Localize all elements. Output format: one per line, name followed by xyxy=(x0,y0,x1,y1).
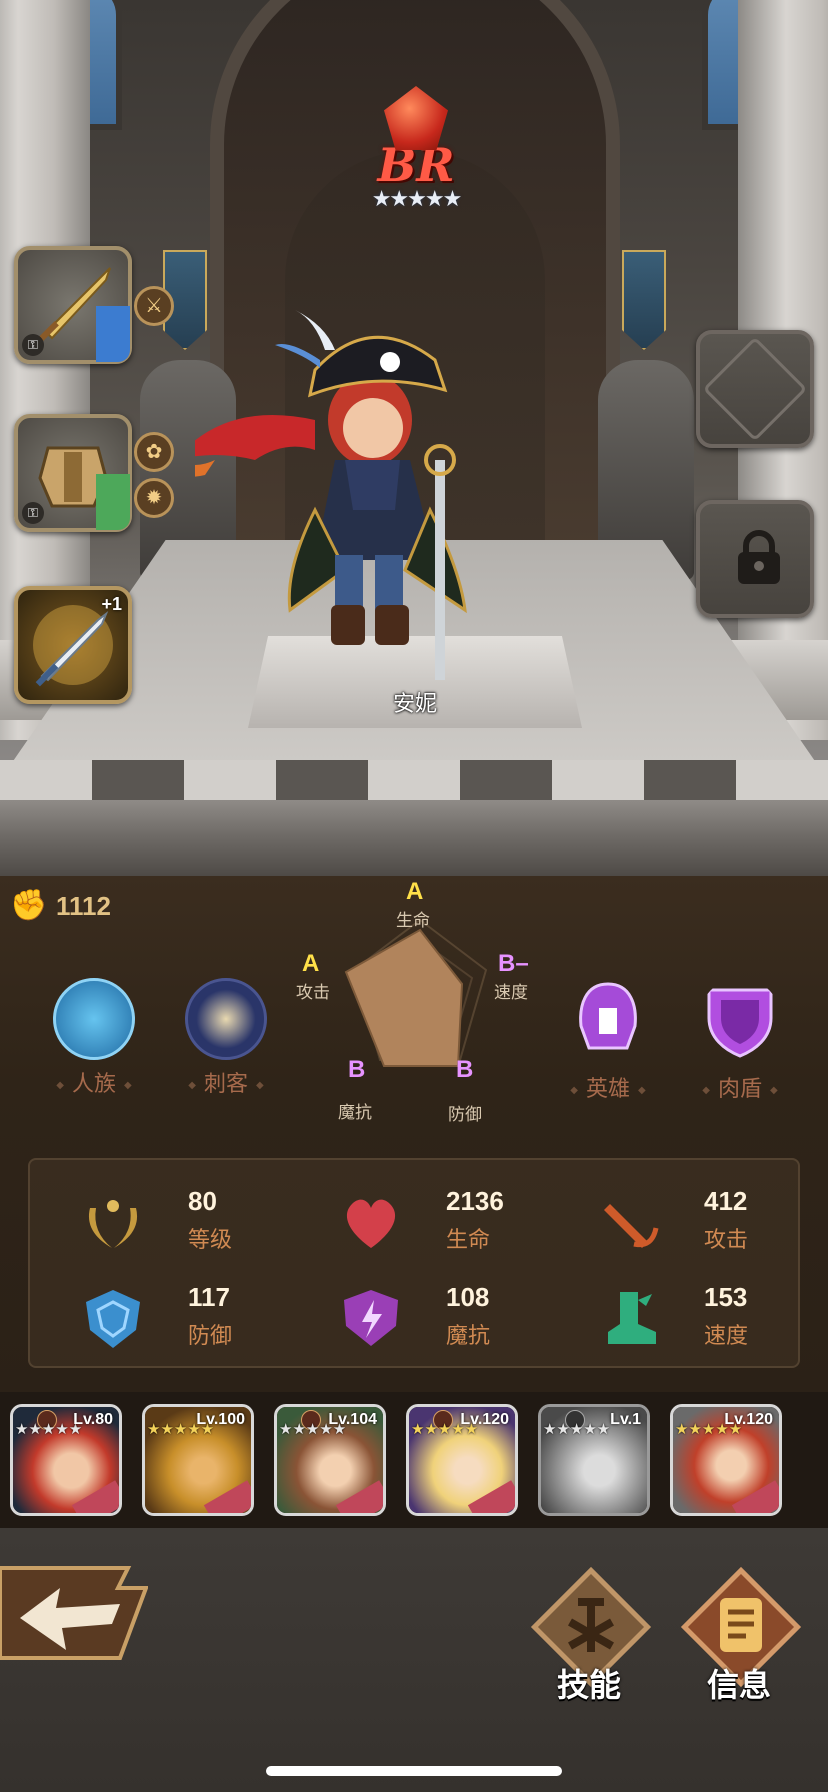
stat-speed-value: 153 xyxy=(704,1282,748,1312)
combat-power-value: 1112 xyxy=(56,890,111,921)
stat-level-label: 等级 xyxy=(188,1227,233,1252)
rank-stars: ★★★★★ xyxy=(371,186,463,211)
grade-speed-label: 速度 xyxy=(494,983,528,1002)
card-level: Lv.1 xyxy=(610,1411,641,1428)
stat-hp-label: 生命 xyxy=(446,1227,491,1252)
rarity-corner xyxy=(96,306,130,362)
stat-magic-resist: 108 魔抗 xyxy=(306,1276,546,1366)
right-banner xyxy=(622,250,666,350)
lock-icon: ⚿ xyxy=(22,502,44,524)
weapon-rune-icon[interactable]: ⚔ xyxy=(134,286,174,326)
race-tag[interactable]: 人族 xyxy=(24,978,164,1098)
card-stars: ★★★★★ xyxy=(543,1421,610,1438)
stat-level-value: 80 xyxy=(188,1186,217,1216)
rarity-tag[interactable]: 英雄 xyxy=(538,978,678,1103)
heart-icon xyxy=(346,1199,396,1248)
card-level: Lv.120 xyxy=(724,1411,773,1428)
card-level: Lv.120 xyxy=(460,1411,509,1428)
armor-rune-icon-2[interactable]: ✹ xyxy=(134,478,174,518)
stat-magic-resist-value: 108 xyxy=(446,1282,490,1312)
sword-icon xyxy=(604,1204,659,1248)
stat-magic-resist-label: 魔抗 xyxy=(446,1323,491,1348)
padlock-icon xyxy=(738,530,780,584)
grade-defense-label: 防御 xyxy=(448,1105,482,1124)
rank-gem-icon xyxy=(384,86,448,150)
card-stars: ★★★★★ xyxy=(15,1421,82,1438)
stat-defense: 117 防御 xyxy=(48,1276,288,1366)
grade-magic-resist-label: 魔抗 xyxy=(338,1103,372,1122)
stat-hp-value: 2136 xyxy=(446,1186,504,1216)
grade-hp-label: 生命 xyxy=(396,911,430,930)
grade-attack: A xyxy=(302,950,320,977)
role-label: 肉盾 xyxy=(670,1071,810,1103)
card-level: Lv.104 xyxy=(328,1411,377,1428)
upgrade-level: +1 xyxy=(101,594,122,614)
card-stars: ★★★★★ xyxy=(411,1421,478,1438)
fist-icon: ✊ xyxy=(10,889,48,922)
roster-hero-card[interactable]: ★★★★★ Lv.80 xyxy=(10,1404,122,1516)
lock-icon: ⚿ xyxy=(22,334,44,356)
hero-roster: ★★★★★ Lv.80 ★★★★★ Lv.100 ★★★★★ Lv.104 ★★… xyxy=(0,1392,828,1528)
stat-hp: 2136 生命 xyxy=(306,1180,546,1270)
race-label: 人族 xyxy=(24,1066,164,1098)
lightning-shield-icon xyxy=(344,1290,398,1346)
artifact-slot[interactable] xyxy=(696,330,814,448)
hero-name: 安妮 xyxy=(392,691,437,716)
defense-shield-icon xyxy=(86,1290,140,1348)
hero-helmet-icon xyxy=(579,982,637,1050)
hero-character[interactable] xyxy=(195,310,535,690)
roster-hero-card[interactable]: ★★★★★ Lv.120 xyxy=(406,1404,518,1516)
assassin-class-icon xyxy=(185,978,267,1060)
stat-defense-label: 防御 xyxy=(188,1323,233,1348)
radar-shape xyxy=(344,928,464,1067)
laurel-icon xyxy=(88,1200,138,1248)
grade-defense: B xyxy=(456,1056,474,1083)
armor-slot[interactable]: ⚿ xyxy=(14,414,132,532)
locked-slot[interactable] xyxy=(696,500,814,618)
card-level: Lv.80 xyxy=(73,1411,113,1428)
class-tag[interactable]: 刺客 xyxy=(156,978,296,1098)
human-race-icon xyxy=(53,978,135,1060)
armor-rune-icon-1[interactable]: ✿ xyxy=(134,432,174,472)
tank-shield-icon xyxy=(707,988,773,1058)
grade-attack-label: 攻击 xyxy=(296,983,330,1002)
info-label: 信息 xyxy=(706,1667,771,1703)
card-level: Lv.100 xyxy=(196,1411,245,1428)
rarity-corner xyxy=(96,474,130,530)
rarity-label: 英雄 xyxy=(538,1071,678,1103)
card-stars: ★★★★★ xyxy=(279,1421,346,1438)
grade-hp: A xyxy=(406,878,424,905)
stat-attack-label: 攻击 xyxy=(704,1227,749,1252)
combat-power: ✊ 1112 xyxy=(10,888,111,924)
stat-attack-value: 412 xyxy=(704,1186,748,1216)
class-label: 刺客 xyxy=(156,1066,296,1098)
roster-hero-card[interactable]: ★★★★★ Lv.100 xyxy=(142,1404,254,1516)
card-stars: ★★★★★ xyxy=(675,1421,742,1438)
skills-label: 技能 xyxy=(556,1667,621,1703)
stairs xyxy=(0,800,828,880)
rank-badge: BR ★★★★★ xyxy=(356,86,476,212)
grade-speed: B– xyxy=(498,950,529,977)
stat-attack: 412 攻击 xyxy=(564,1180,804,1270)
roster-hero-card-locked[interactable]: ★★★★★ Lv.1 xyxy=(538,1404,650,1516)
boot-icon xyxy=(608,1292,656,1344)
home-indicator[interactable] xyxy=(266,1766,562,1776)
grade-magic-resist: B xyxy=(348,1056,366,1083)
stat-defense-value: 117 xyxy=(188,1282,230,1312)
stat-speed: 153 速度 xyxy=(564,1276,804,1366)
stat-level: 80 等级 xyxy=(48,1180,288,1270)
roster-hero-card[interactable]: ★★★★★ Lv.104 xyxy=(274,1404,386,1516)
stat-speed-label: 速度 xyxy=(704,1323,749,1348)
artifact-placeholder-icon xyxy=(702,336,808,442)
floor-checker-row xyxy=(0,760,828,800)
card-stars: ★★★★★ xyxy=(147,1421,214,1438)
roster-hero-card[interactable]: ★★★★★ Lv.120 xyxy=(670,1404,782,1516)
exclusive-weapon-slot[interactable]: +1 xyxy=(14,586,132,704)
weapon-slot[interactable]: ⚿ xyxy=(14,246,132,364)
back-button[interactable] xyxy=(0,1558,148,1670)
role-tag[interactable]: 肉盾 xyxy=(670,978,810,1103)
